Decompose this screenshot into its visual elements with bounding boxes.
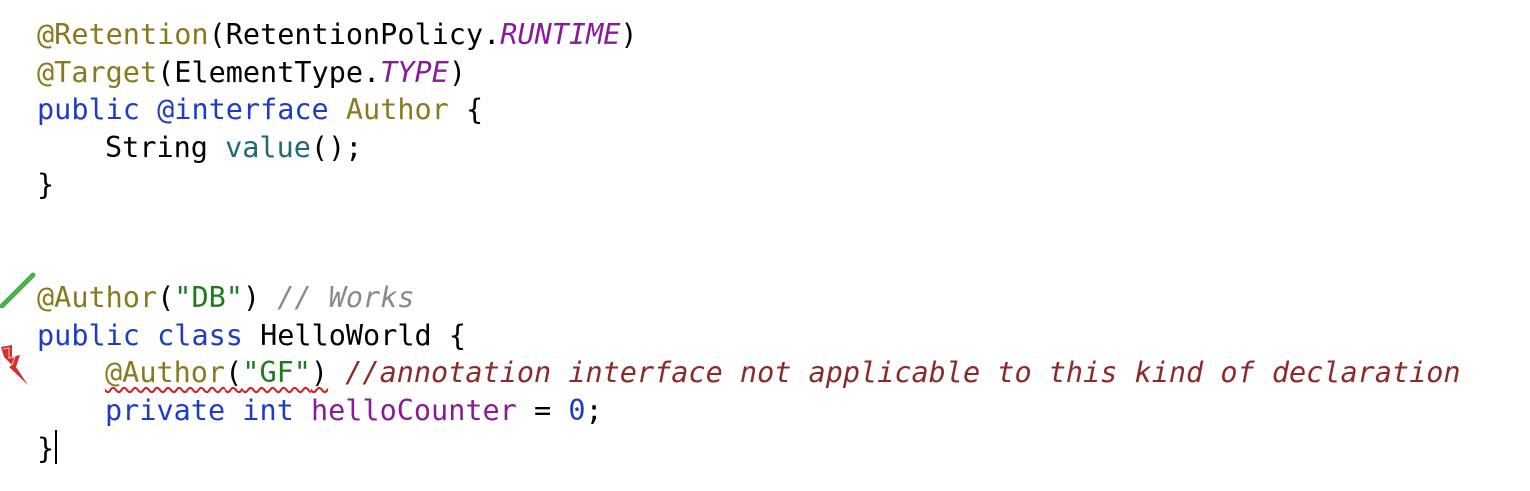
code-token: @interface [157,93,329,127]
code-line[interactable]: private int helloCounter = 0; [37,392,1461,430]
code-token: Author [345,93,449,127]
code-token: public [37,318,140,352]
code-token: TYPE [380,55,449,89]
code-token: public [37,93,140,127]
code-token: // Works [277,281,415,315]
code-line[interactable]: @Target(ElementType.TYPE) [37,54,1461,92]
code-token: @Target [37,55,158,89]
code-token: = [516,393,569,427]
code-token: "GF" [242,356,311,390]
code-token: } [37,168,55,202]
code-token: value [225,130,311,164]
code-token: class [157,318,243,352]
code-token: { [448,93,484,127]
code-token: private [105,393,226,427]
code-line[interactable] [37,242,1461,280]
code-token: int [242,393,294,427]
code-token: ) [242,281,278,315]
code-token: (); [310,130,363,164]
code-area[interactable]: @Retention(RetentionPolicy.RUNTIME) @Targ… [37,16,1461,467]
code-line[interactable] [37,204,1461,242]
code-line[interactable]: String value(); [37,129,1461,167]
code-line[interactable]: public class HelloWorld { [37,317,1461,355]
code-token: "DB" [174,281,243,315]
code-line[interactable]: @Retention(RetentionPolicy.RUNTIME) [37,16,1461,54]
code-token: ) [448,55,466,89]
code-token: HelloWorld { [242,318,466,352]
code-line[interactable]: @Author("DB") // Works [37,279,1461,317]
code-token: ; [585,393,603,427]
code-line[interactable]: public @interface Author { [37,91,1461,129]
code-token: (ElementType. [157,55,381,89]
code-token: @Author [37,281,158,315]
code-token: (RetentionPolicy. [208,18,501,51]
code-token: ) [310,356,329,390]
code-token: } [37,431,55,465]
code-token: 0 [568,393,586,427]
text-caret [55,429,58,464]
code-token: RUNTIME [500,18,621,51]
code-token: @Retention [37,18,209,51]
lightning-error-icon[interactable] [0,343,30,387]
code-token: @Author [105,356,226,390]
code-token: helloCounter [310,393,517,427]
code-token: ( [157,281,175,315]
code-line[interactable]: } [37,429,1461,468]
code-token: String [105,130,226,164]
code-token: //annotation interface not applicable to… [345,356,1461,390]
code-editor[interactable]: @Retention(RetentionPolicy.RUNTIME) @Targ… [0,0,1530,491]
code-line[interactable]: } [37,166,1461,204]
check-marker-icon [0,272,36,308]
code-line[interactable]: @Author("GF") //annotation interface not… [37,354,1461,392]
code-token: ) [620,18,638,51]
code-token: ( [225,356,243,390]
